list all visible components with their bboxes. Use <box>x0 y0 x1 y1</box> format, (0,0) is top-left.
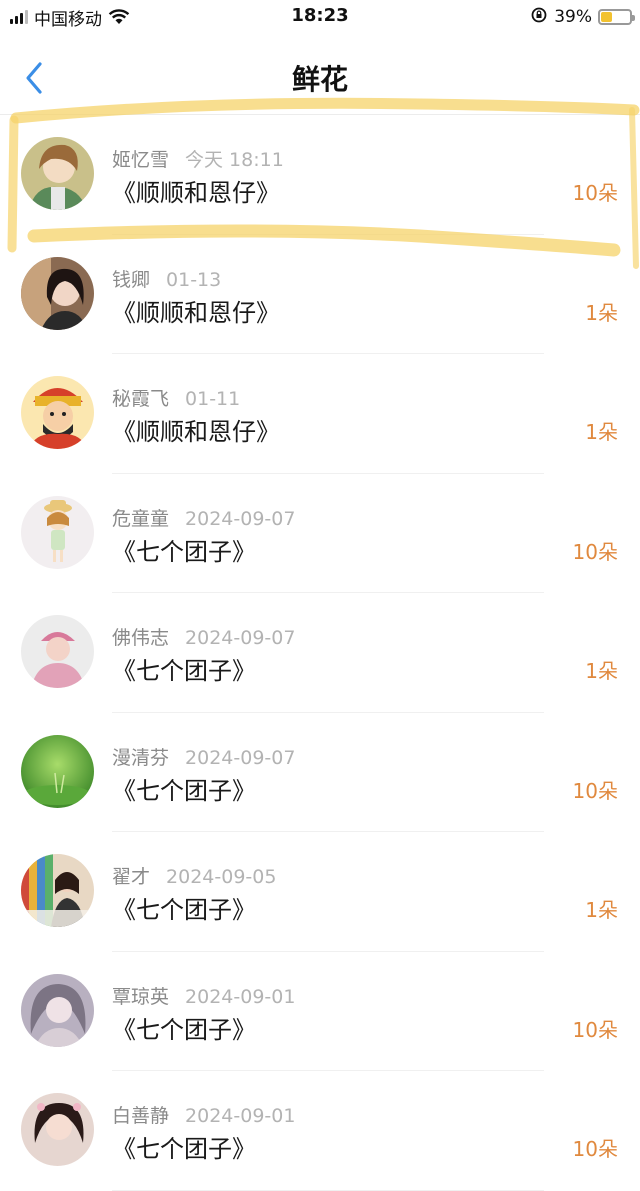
book-title: 《七个团子》 <box>112 896 256 924</box>
user-name: 佛伟志 <box>112 627 170 649</box>
book-title: 《七个团子》 <box>112 776 256 805</box>
nav-bar: 鲜花 <box>0 34 640 115</box>
status-right: 39% <box>530 5 635 29</box>
list-item[interactable]: 漫清芬 2024-09-07 《七个团子》 10朵 <box>0 712 640 832</box>
flower-count: 10朵 <box>572 778 618 803</box>
flower-list: 姬忆雪 今天 18:11 《顺顺和恩仔》 10朵 钱卿 01-13 《顺顺和恩仔》 … <box>0 115 640 1191</box>
user-name: 白善静 <box>112 1105 170 1127</box>
item-meta: 姬忆雪 今天 18:11 <box>112 145 284 172</box>
flower-count: 10朵 <box>572 1017 618 1042</box>
user-name: 覃琼英 <box>112 985 170 1008</box>
avatar <box>21 376 94 449</box>
user-name: 姬忆雪 <box>112 149 170 171</box>
battery-icon <box>598 9 635 25</box>
status-bar: 中国移动 18:23 39% <box>0 0 640 34</box>
user-name: 漫清芬 <box>112 746 170 769</box>
item-meta: 秘霞飞 01-11 <box>112 384 240 411</box>
item-meta: 佛伟志 2024-09-07 <box>112 623 295 650</box>
flower-count: 1朵 <box>585 898 618 922</box>
item-date: 2024-09-07 <box>185 507 296 530</box>
flower-count: 1朵 <box>585 420 618 444</box>
flower-count: 1朵 <box>585 300 618 325</box>
avatar <box>21 854 94 927</box>
list-item[interactable]: 白善静 2024-09-01 《七个团子》 10朵 <box>0 1071 640 1191</box>
flower-count: 1朵 <box>585 659 618 683</box>
item-meta: 翟才 2024-09-05 <box>112 862 276 889</box>
flower-count: 10朵 <box>572 539 618 564</box>
avatar <box>21 495 94 569</box>
flower-count: 10朵 <box>572 181 618 205</box>
item-date: 2024-09-01 <box>185 1105 296 1127</box>
avatar <box>21 615 94 688</box>
item-date: 2024-09-01 <box>185 985 296 1008</box>
list-item[interactable]: 秘霞飞 01-11 《顺顺和恩仔》 1朵 <box>0 354 640 474</box>
list-item[interactable]: 佛伟志 2024-09-07 《七个团子》 1朵 <box>0 593 640 713</box>
flower-count: 10朵 <box>572 1137 618 1161</box>
battery-level <box>601 12 612 22</box>
list-item[interactable]: 危童童 2024-09-07 《七个团子》 10朵 <box>0 473 640 593</box>
user-name: 危童童 <box>112 507 170 530</box>
item-meta: 漫清芬 2024-09-07 <box>112 743 295 770</box>
book-title: 《顺顺和恩仔》 <box>112 418 280 446</box>
item-date: 01-13 <box>166 268 222 291</box>
book-title: 《顺顺和恩仔》 <box>112 179 280 207</box>
book-title: 《七个团子》 <box>112 1015 256 1044</box>
avatar <box>21 734 94 808</box>
item-date: 2024-09-05 <box>166 866 277 888</box>
item-date: 今天 18:11 <box>185 149 284 171</box>
battery-percent: 39% <box>554 7 592 27</box>
user-name: 钱卿 <box>112 268 151 291</box>
list-item[interactable]: 翟才 2024-09-05 《七个团子》 1朵 <box>0 832 640 952</box>
book-title: 《七个团子》 <box>112 657 256 685</box>
user-name: 秘霞飞 <box>112 388 170 410</box>
list-item[interactable]: 姬忆雪 今天 18:11 《顺顺和恩仔》 10朵 <box>0 115 640 235</box>
item-meta: 危童童 2024-09-07 <box>112 504 295 531</box>
list-item[interactable]: 覃琼英 2024-09-01 《七个团子》 10朵 <box>0 951 640 1071</box>
page-title: 鲜花 <box>291 63 348 96</box>
item-meta: 钱卿 01-13 <box>112 265 221 292</box>
book-title: 《七个团子》 <box>112 1135 256 1163</box>
item-meta: 白善静 2024-09-01 <box>112 1101 295 1128</box>
avatar <box>21 256 94 330</box>
list-item[interactable]: 钱卿 01-13 《顺顺和恩仔》 1朵 <box>0 234 640 354</box>
user-name: 翟才 <box>112 866 151 888</box>
item-meta: 覃琼英 2024-09-01 <box>112 982 295 1009</box>
rotation-lock-icon <box>530 6 548 29</box>
book-title: 《顺顺和恩仔》 <box>112 298 280 327</box>
avatar <box>21 973 94 1047</box>
item-date: 2024-09-07 <box>185 746 296 769</box>
avatar <box>21 1093 94 1166</box>
book-title: 《七个团子》 <box>112 537 256 566</box>
avatar <box>21 137 94 210</box>
item-date: 01-11 <box>185 388 241 410</box>
item-date: 2024-09-07 <box>185 627 296 649</box>
